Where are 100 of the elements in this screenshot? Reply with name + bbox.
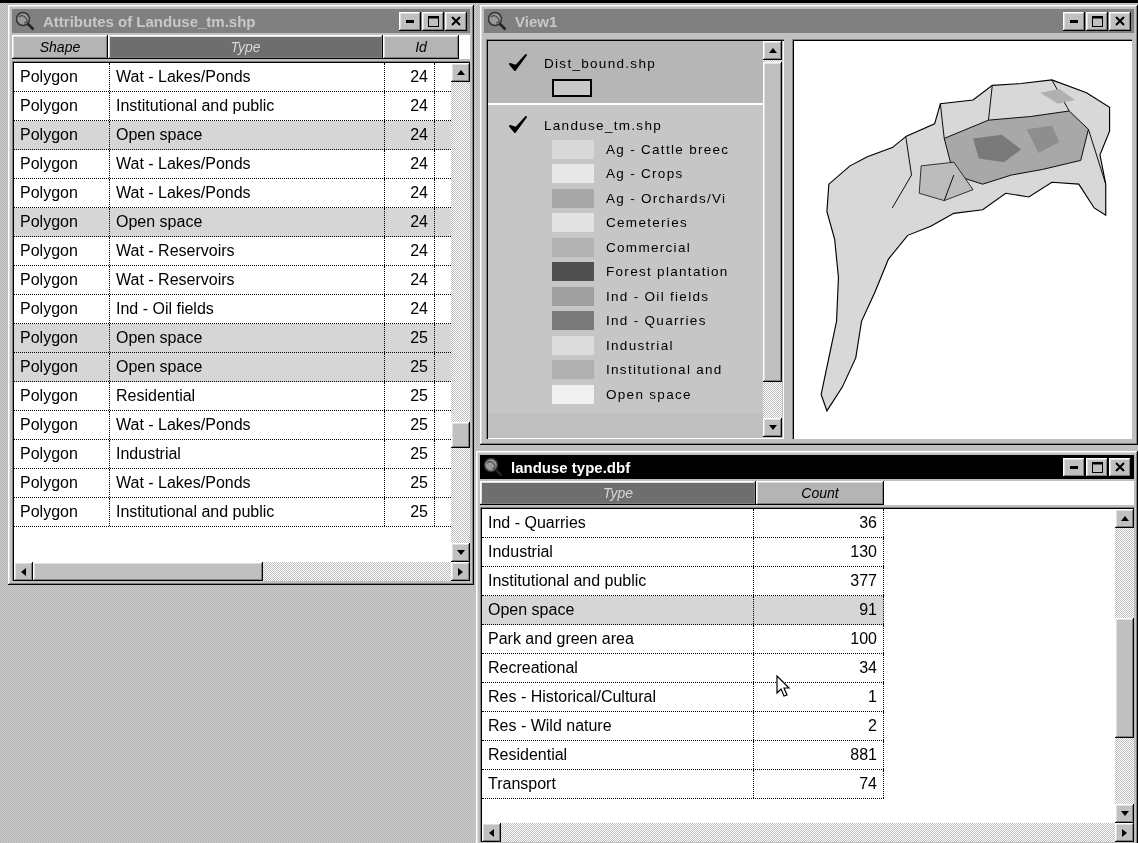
scroll-up-button[interactable] [763,41,782,60]
table-cell: Park and green area [482,625,754,653]
scrollbar-thumb[interactable] [763,62,782,382]
table-cell: 24 [385,237,435,265]
maximize-button[interactable] [1086,11,1108,31]
layer-checkbox[interactable] [508,115,528,135]
table-row[interactable]: Polygon Open space 25 [14,353,451,382]
column-header[interactable]: Shape [12,35,108,59]
column-header[interactable]: Id [383,35,459,59]
minimize-button[interactable] [399,11,421,31]
globe-magnifier-icon [487,11,507,31]
table-cell: Polygon [14,150,110,178]
table-row[interactable]: Polygon Wat - Lakes/Ponds 24 [14,63,451,92]
legend-label: Commercial [606,239,691,255]
table-row[interactable]: Polygon Open space 24 [14,121,451,150]
table-row[interactable]: Polygon Residential 25 [14,382,451,411]
table-cell: 24 [385,179,435,207]
table-cell: Wat - Reservoirs [110,237,385,265]
table-cell: 25 [385,440,435,468]
table-row[interactable]: Polygon Wat - Lakes/Ponds 24 [14,150,451,179]
table-cell: Institutional and public [110,498,385,526]
table-cell: Polygon [14,324,110,352]
table-row[interactable]: Park and green area 100 [482,625,884,654]
table-cell: Res - Historical/Cultural [482,683,754,711]
scrollbar-thumb[interactable] [1115,618,1134,738]
layer-entry[interactable]: Dist_bound.shp [488,41,763,103]
table-cell: Polygon [14,179,110,207]
layer-checkbox[interactable] [508,53,528,73]
minimize-button[interactable] [1063,11,1085,31]
scroll-right-button[interactable] [451,562,470,581]
table-row[interactable]: Res - Wild nature 2 [482,712,884,741]
scroll-down-button[interactable] [763,418,782,437]
table-cell: Open space [110,121,385,149]
scroll-down-button[interactable] [1115,804,1134,823]
column-header[interactable]: Count [756,481,884,505]
table-row[interactable]: Polygon Wat - Lakes/Ponds 25 [14,469,451,498]
scroll-up-button[interactable] [1115,509,1134,528]
legend-label: Forest plantation [606,264,729,280]
horizontal-scrollbar[interactable] [482,823,1134,842]
table-row[interactable]: Transport 74 [482,770,884,799]
table-row[interactable]: Recreational 34 [482,654,884,683]
close-button[interactable] [445,11,467,31]
table-row[interactable]: Polygon Wat - Lakes/Ponds 24 [14,179,451,208]
window-title: landuse type.dbf [511,458,632,476]
horizontal-scrollbar[interactable] [14,562,470,581]
close-button[interactable] [1109,457,1131,477]
scroll-left-button[interactable] [482,823,501,842]
column-header[interactable]: Type [480,481,756,505]
table-row[interactable]: Polygon Institutional and public 24 [14,92,451,121]
close-button[interactable] [1109,11,1131,31]
table-row[interactable]: Polygon Open space 25 [14,324,451,353]
table-row[interactable]: Institutional and public 377 [482,567,884,596]
down-arrow-icon [767,424,778,431]
table-cell: 24 [385,63,435,91]
vertical-scrollbar[interactable] [763,41,782,437]
table-cell: Transport [482,770,754,798]
check-icon [508,53,528,73]
maximize-icon [427,15,439,27]
table-cell: 24 [385,295,435,323]
table-cell: 881 [754,741,884,769]
table-row[interactable]: Polygon Institutional and public 25 [14,498,451,527]
layer-entry[interactable]: Landuse_tm.shp Ag - Cattle breec Ag - Crops Ag - Orchards/Vi Cemeteries Commercial Forest plantation Ind - Oil fields Ind - Quarries Industrial Institutional and Open space [488,103,763,413]
minimize-button[interactable] [1063,457,1085,477]
table-row[interactable]: Polygon Wat - Lakes/Ponds 25 [14,411,451,440]
globe-magnifier-icon [15,11,35,31]
vertical-scrollbar[interactable] [451,63,470,562]
table-cell: Wat - Lakes/Ponds [110,63,385,91]
minimize-icon [1070,19,1078,23]
down-arrow-icon [1119,810,1130,817]
table-row[interactable]: Polygon Ind - Oil fields 24 [14,295,451,324]
table-cell: 91 [754,596,884,624]
scrollbar-thumb[interactable] [451,422,470,448]
table-row[interactable]: Res - Historical/Cultural 1 [482,683,884,712]
left-arrow-icon [488,827,495,838]
minimize-icon [406,19,414,23]
vertical-scrollbar[interactable] [1115,509,1134,823]
scroll-left-button[interactable] [14,562,33,581]
table-cell: Open space [482,596,754,624]
table-row[interactable]: Ind - Quarries 36 [482,509,884,538]
table-row[interactable]: Industrial 130 [482,538,884,567]
table-cell: Polygon [14,295,110,323]
close-icon [451,16,461,26]
legend-label: Open space [606,386,692,402]
scrollbar-thumb[interactable] [33,562,263,581]
scroll-up-button[interactable] [451,63,470,82]
scroll-down-button[interactable] [451,543,470,562]
table-cell: Polygon [14,469,110,497]
table-row[interactable]: Residential 881 [482,741,884,770]
table-row[interactable]: Polygon Open space 24 [14,208,451,237]
legend-label: Ind - Quarries [606,313,707,329]
maximize-button[interactable] [1086,457,1108,477]
table-row[interactable]: Open space 91 [482,596,884,625]
table-row[interactable]: Polygon Wat - Reservoirs 24 [14,266,451,295]
up-arrow-icon [1119,515,1130,522]
scroll-right-button[interactable] [1115,823,1134,842]
maximize-button[interactable] [422,11,444,31]
table-cell: 2 [754,712,884,740]
table-row[interactable]: Polygon Wat - Reservoirs 24 [14,237,451,266]
table-row[interactable]: Polygon Industrial 25 [14,440,451,469]
column-header[interactable]: Type [108,35,383,59]
